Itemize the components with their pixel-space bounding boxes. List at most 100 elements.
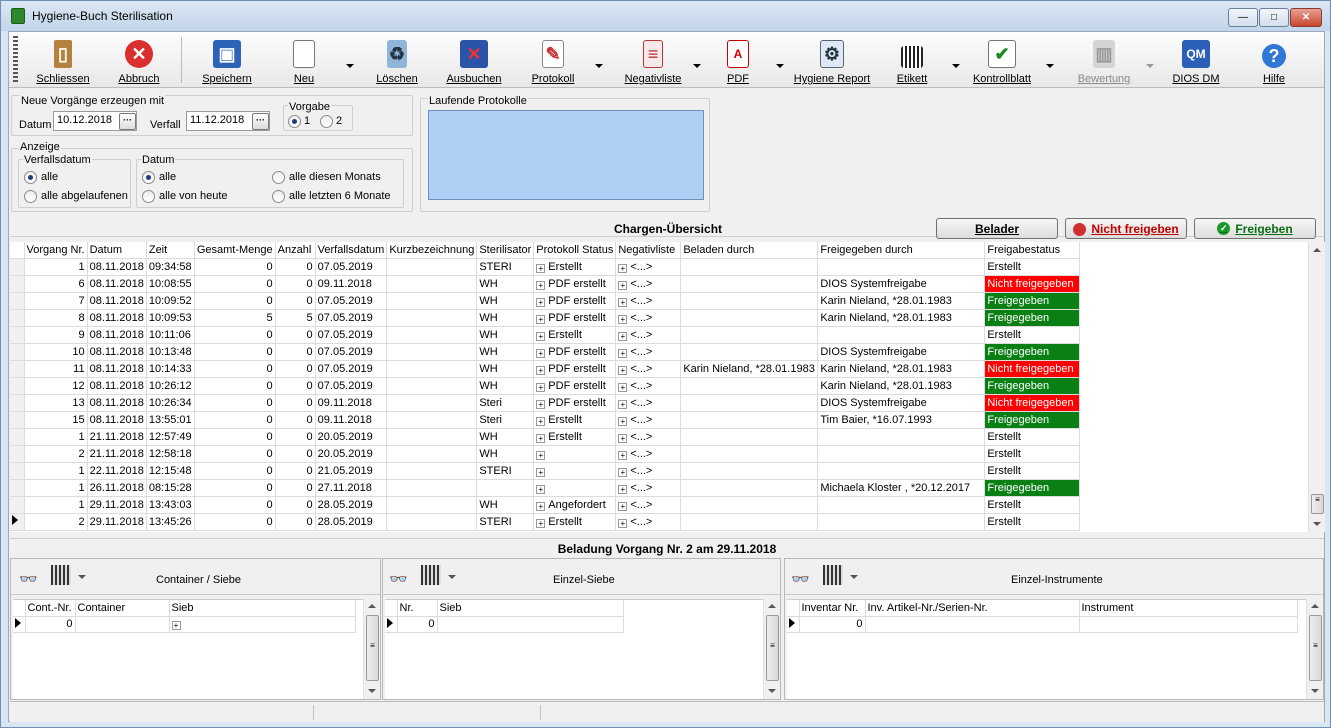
rating-dropdown-arrow[interactable] bbox=[1146, 64, 1154, 68]
cell-anzahl[interactable]: 0 bbox=[275, 360, 316, 378]
close-window-button[interactable]: ✕ bbox=[1290, 8, 1322, 27]
column-header[interactable]: Beladen durch bbox=[680, 242, 819, 259]
scroll-down-arrow[interactable] bbox=[1313, 522, 1321, 526]
cell-verfall[interactable]: 09.11.2018 bbox=[315, 275, 388, 293]
table-row[interactable]: 2 21.11.2018 12:58:18 0 0 20.05.2019 WH + + <...>… bbox=[10, 445, 1081, 463]
cell-kurz[interactable] bbox=[386, 326, 478, 344]
maximize-button[interactable]: □ bbox=[1259, 8, 1289, 27]
single-trays-cell[interactable]: 0 bbox=[397, 616, 438, 633]
expand-icon[interactable]: + bbox=[536, 348, 546, 358]
cell-beladen[interactable] bbox=[680, 326, 819, 344]
cell-steri[interactable] bbox=[476, 479, 535, 497]
cell-zeit[interactable]: 12:57:49 bbox=[146, 428, 195, 446]
status-badge[interactable]: Erstellt bbox=[984, 462, 1081, 480]
cell-steri[interactable]: WH bbox=[476, 360, 535, 378]
row-indicator[interactable] bbox=[10, 309, 25, 327]
cell-anzahl[interactable]: 5 bbox=[275, 309, 316, 327]
cell-neg[interactable]: + <...> bbox=[615, 496, 682, 514]
cell-anzahl[interactable]: 0 bbox=[275, 292, 316, 310]
cell-menge[interactable]: 0 bbox=[194, 292, 276, 310]
cell-menge[interactable]: 0 bbox=[194, 496, 276, 514]
container-cell[interactable]: 0 bbox=[25, 616, 76, 633]
cell-neg[interactable]: + <...> bbox=[615, 309, 682, 327]
cell-kurz[interactable] bbox=[386, 513, 478, 531]
expand-icon[interactable]: + bbox=[536, 484, 546, 494]
cell-zeit[interactable]: 13:55:01 bbox=[146, 411, 195, 429]
barcode-printer-icon[interactable] bbox=[823, 565, 843, 585]
row-indicator[interactable] bbox=[10, 411, 25, 429]
cell-proto[interactable]: + PDF erstellt bbox=[533, 309, 617, 327]
new-dropdown-arrow[interactable] bbox=[346, 64, 354, 68]
cell-kurz[interactable] bbox=[386, 360, 478, 378]
expand-icon[interactable]: + bbox=[618, 382, 628, 392]
cell-kurz[interactable] bbox=[386, 445, 478, 463]
row-indicator[interactable] bbox=[10, 428, 25, 446]
table-row[interactable]: 1 08.11.2018 09:34:58 0 0 07.05.2019 STERI + Ers… bbox=[10, 258, 1081, 276]
cancel-button[interactable]: ✕ Abbruch bbox=[117, 35, 161, 85]
date-month-radio[interactable] bbox=[272, 171, 285, 184]
cell-neg[interactable]: + <...> bbox=[615, 428, 682, 446]
scroll-down-arrow[interactable] bbox=[1311, 689, 1319, 693]
scroll-thumb[interactable]: ≡ bbox=[366, 615, 379, 681]
cell-datum[interactable]: 29.11.2018 bbox=[87, 496, 147, 514]
cell-menge[interactable]: 0 bbox=[194, 411, 276, 429]
cell-steri[interactable]: STERI bbox=[476, 462, 535, 480]
cell-proto[interactable]: + PDF erstellt bbox=[533, 377, 617, 395]
cell-verfall[interactable]: 09.11.2018 bbox=[315, 411, 388, 429]
expand-icon[interactable]: + bbox=[536, 263, 546, 273]
date-6months-radio[interactable] bbox=[272, 190, 285, 203]
row-indicator[interactable] bbox=[10, 258, 25, 276]
cell-beladen[interactable] bbox=[680, 479, 819, 497]
cell-proto[interactable]: + bbox=[533, 462, 617, 480]
row-indicator[interactable] bbox=[10, 445, 25, 463]
binoculars-icon[interactable]: 👓 bbox=[389, 570, 408, 588]
status-badge[interactable]: Freigegeben bbox=[984, 377, 1081, 395]
cell-proto[interactable]: + PDF erstellt bbox=[533, 394, 617, 412]
expand-icon[interactable]: + bbox=[618, 416, 628, 426]
cell-steri[interactable]: WH bbox=[476, 445, 535, 463]
save-button[interactable]: ▣ Speichern bbox=[201, 35, 253, 85]
cell-beladen[interactable] bbox=[680, 496, 819, 514]
cell-datum[interactable]: 08.11.2018 bbox=[87, 275, 147, 293]
instruments-cell[interactable] bbox=[1079, 616, 1298, 633]
table-row[interactable]: 1 29.11.2018 13:43:03 0 0 28.05.2019 WH + Angefo… bbox=[10, 496, 1081, 514]
cell-proto[interactable]: + bbox=[533, 445, 617, 463]
cell-anzahl[interactable]: 0 bbox=[275, 445, 316, 463]
template-radio-2[interactable] bbox=[320, 115, 333, 128]
cell-verfall[interactable]: 09.11.2018 bbox=[315, 394, 388, 412]
date-picker-button[interactable]: ··· bbox=[119, 113, 136, 130]
column-header[interactable]: Sterilisator bbox=[476, 242, 535, 259]
cell-frei[interactable]: Karin Nieland, *28.01.1983 bbox=[817, 360, 986, 378]
row-indicator[interactable] bbox=[10, 292, 25, 310]
cell-verfall[interactable]: 07.05.2019 bbox=[315, 309, 388, 327]
cell-datum[interactable]: 08.11.2018 bbox=[87, 360, 147, 378]
cell-zeit[interactable]: 10:26:34 bbox=[146, 394, 195, 412]
cell-proto[interactable]: + Erstellt bbox=[533, 258, 617, 276]
cell-verfall[interactable]: 21.05.2019 bbox=[315, 462, 388, 480]
delete-button[interactable]: ♻ Löschen bbox=[374, 35, 420, 85]
cell-neg[interactable]: + <...> bbox=[615, 394, 682, 412]
cell-kurz[interactable] bbox=[386, 258, 478, 276]
cell-zeit[interactable]: 10:08:55 bbox=[146, 275, 195, 293]
column-header[interactable]: Datum bbox=[87, 242, 147, 259]
status-badge[interactable]: Nicht freigegeben bbox=[984, 394, 1081, 412]
cell-neg[interactable]: + <...> bbox=[615, 479, 682, 497]
chevron-down-icon[interactable] bbox=[78, 575, 86, 579]
cell-verfall[interactable]: 27.11.2018 bbox=[315, 479, 388, 497]
cell-proto[interactable]: + PDF erstellt bbox=[533, 275, 617, 293]
cell-proto[interactable]: + Erstellt bbox=[533, 513, 617, 531]
cell-kurz[interactable] bbox=[386, 411, 478, 429]
cell-kurz[interactable] bbox=[386, 343, 478, 361]
row-indicator[interactable] bbox=[10, 513, 25, 531]
cell-menge[interactable]: 0 bbox=[194, 343, 276, 361]
cell-nr[interactable]: 7 bbox=[24, 292, 88, 310]
status-badge[interactable]: Erstellt bbox=[984, 326, 1081, 344]
cell-menge[interactable]: 0 bbox=[194, 479, 276, 497]
scroll-thumb[interactable]: ≡ bbox=[766, 615, 779, 681]
cell-verfall[interactable]: 07.05.2019 bbox=[315, 292, 388, 310]
cell-neg[interactable]: + <...> bbox=[615, 360, 682, 378]
cell-nr[interactable]: 10 bbox=[24, 343, 88, 361]
cell-proto[interactable]: + Erstellt bbox=[533, 326, 617, 344]
cell-menge[interactable]: 0 bbox=[194, 326, 276, 344]
binoculars-icon[interactable]: 👓 bbox=[791, 570, 810, 588]
